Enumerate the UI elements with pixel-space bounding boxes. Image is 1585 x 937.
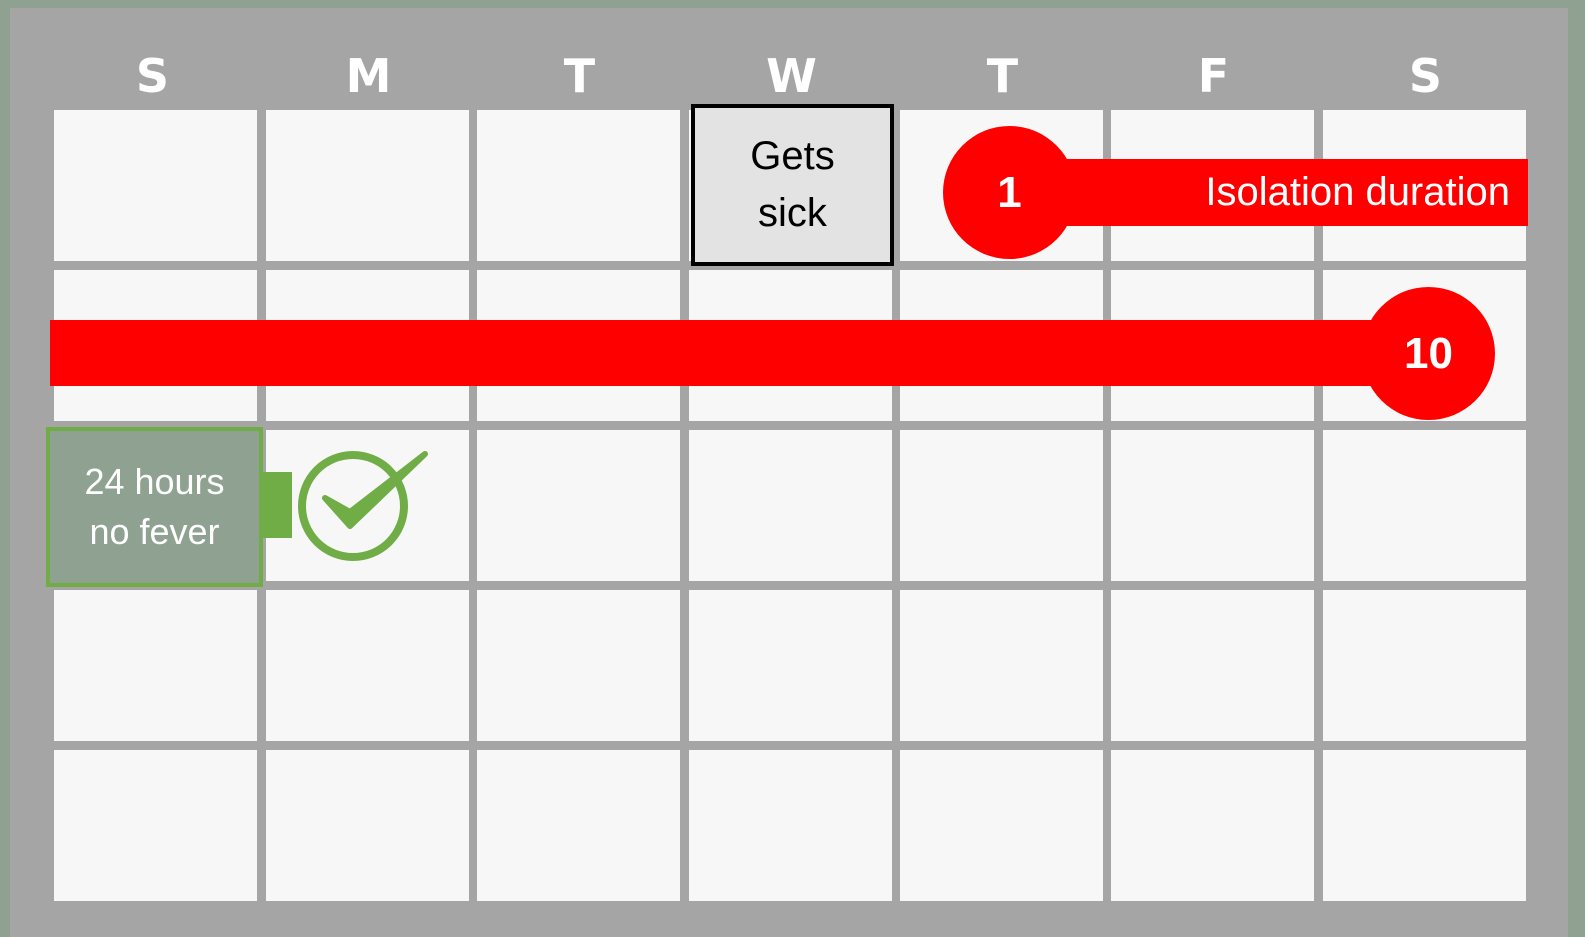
- calendar-cell: [900, 430, 1103, 581]
- checkmark-circle-icon: [298, 451, 428, 561]
- day-10-marker: 10: [1362, 287, 1495, 420]
- gets-sick-line1: Gets: [750, 134, 835, 178]
- calendar-cell: [1323, 590, 1526, 741]
- gets-sick-event: Gets sick: [691, 104, 894, 266]
- calendar-cell: [689, 590, 892, 741]
- calendar-cell: [477, 750, 680, 901]
- calendar-cell: [689, 750, 892, 901]
- diagram-frame: S M T W T F S Gets sick Isolation durati…: [0, 0, 1585, 937]
- calendar-cell: [900, 750, 1103, 901]
- weekday-tuesday: T: [563, 49, 596, 103]
- no-fever-line1: 24 hours: [84, 461, 225, 502]
- calendar-cell: [54, 750, 257, 901]
- gets-sick-line2: sick: [758, 191, 827, 235]
- weekday-thursday: T: [986, 49, 1019, 103]
- calendar-cell: [1111, 430, 1314, 581]
- calendar-cell: [689, 430, 892, 581]
- calendar-cell: [266, 110, 469, 261]
- weekday-monday: M: [345, 49, 392, 103]
- no-fever-connector: [259, 472, 292, 538]
- isolation-duration-label: Isolation duration: [1205, 170, 1510, 214]
- no-fever-line2: no fever: [89, 511, 220, 552]
- calendar-cell: [54, 110, 257, 261]
- calendar-cell: [477, 590, 680, 741]
- day-1-marker: 1: [943, 126, 1076, 259]
- calendar-cell: [1323, 430, 1526, 581]
- calendar-cell: [1111, 590, 1314, 741]
- weekday-friday: F: [1197, 49, 1230, 103]
- calendar-cell: [1323, 750, 1526, 901]
- calendar-cell: [266, 750, 469, 901]
- weekday-saturday: S: [1408, 49, 1443, 103]
- isolation-bar-week2: [50, 320, 1430, 386]
- calendar-cell: [900, 590, 1103, 741]
- calendar-cell: [477, 110, 680, 261]
- calendar-cell: [1111, 750, 1314, 901]
- no-fever-box: 24 hours no fever: [46, 427, 263, 587]
- weekday-wednesday: W: [766, 49, 817, 103]
- calendar-cell: [54, 590, 257, 741]
- weekday-sunday: S: [135, 49, 170, 103]
- calendar-cell: [477, 430, 680, 581]
- calendar-cell: [266, 590, 469, 741]
